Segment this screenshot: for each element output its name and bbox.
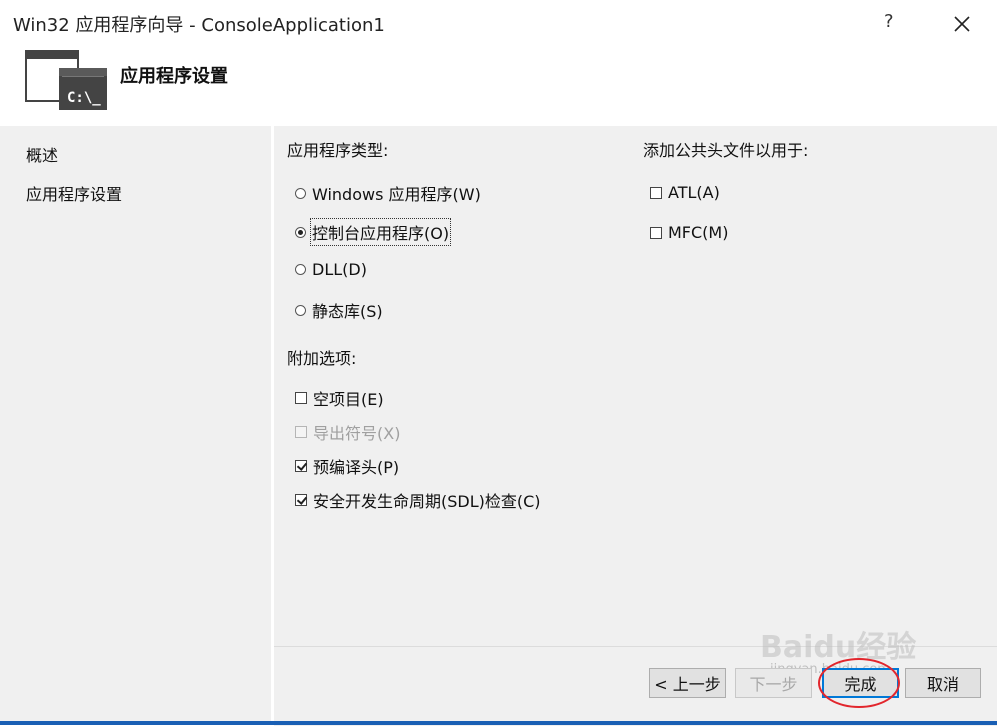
radio-windows-app[interactable]: Windows 应用程序(W): [295, 181, 481, 205]
radio-dll[interactable]: DLL(D): [295, 260, 367, 279]
cancel-button[interactable]: 取消: [905, 668, 981, 698]
settings-panel: 应用程序类型: Windows 应用程序(W) 控制台应用程序(O) DLL(D…: [274, 126, 997, 646]
checkbox-empty-project-box[interactable]: [295, 392, 307, 404]
close-icon[interactable]: [950, 12, 974, 36]
checkbox-export-symbols-box: [295, 426, 307, 438]
radio-console-app-indicator[interactable]: [295, 226, 306, 238]
checkbox-precompiled-header-label: 预编译头(P): [313, 458, 400, 477]
radio-windows-app-label: Windows 应用程序(W): [312, 185, 481, 204]
finish-button[interactable]: 完成: [822, 668, 899, 698]
radio-dll-label: DLL(D): [312, 260, 367, 279]
checkbox-mfc[interactable]: MFC(M): [650, 223, 728, 242]
console-window-icon: C:\_: [25, 50, 107, 110]
page-title: 应用程序设置: [120, 66, 228, 87]
checkbox-export-symbols: 导出符号(X): [295, 420, 400, 444]
prev-button[interactable]: < 上一步: [649, 668, 726, 698]
help-button[interactable]: ?: [884, 11, 894, 32]
radio-dll-indicator[interactable]: [295, 264, 306, 275]
radio-static-lib[interactable]: 静态库(S): [295, 298, 383, 322]
checkbox-mfc-box[interactable]: [650, 226, 662, 239]
radio-windows-app-indicator[interactable]: [295, 187, 306, 199]
checkbox-sdl-checks-label: 安全开发生命周期(SDL)检查(C): [313, 492, 541, 511]
checkbox-empty-project-label: 空项目(E): [313, 390, 384, 409]
taskbar-edge: [0, 721, 997, 725]
checkbox-atl-label: ATL(A): [668, 183, 720, 202]
extra-options-label: 附加选项:: [287, 349, 357, 368]
common-headers-label: 添加公共头文件以用于:: [643, 141, 809, 160]
window-title: Win32 应用程序向导 - ConsoleApplication1: [13, 15, 385, 36]
checkbox-precompiled-header[interactable]: 预编译头(P): [295, 454, 399, 478]
wizard-header: C:\_ 应用程序设置: [0, 48, 997, 126]
radio-static-lib-indicator[interactable]: [295, 304, 306, 316]
sidebar-item-overview[interactable]: 概述: [26, 142, 58, 166]
title-bar: Win32 应用程序向导 - ConsoleApplication1 ?: [0, 0, 997, 48]
console-icon-text: C:\_: [67, 90, 101, 106]
checkbox-sdl-checks-box[interactable]: [295, 494, 307, 506]
sidebar-item-app-settings[interactable]: 应用程序设置: [26, 181, 122, 205]
checkbox-atl-box[interactable]: [650, 186, 662, 199]
checkbox-atl[interactable]: ATL(A): [650, 183, 720, 202]
checkbox-precompiled-header-box[interactable]: [295, 460, 307, 472]
checkbox-empty-project[interactable]: 空项目(E): [295, 386, 384, 410]
radio-console-app-label: 控制台应用程序(O): [309, 218, 452, 246]
checkbox-export-symbols-label: 导出符号(X): [313, 424, 401, 443]
checkbox-mfc-label: MFC(M): [668, 223, 729, 242]
radio-static-lib-label: 静态库(S): [312, 302, 383, 321]
next-button: 下一步: [735, 668, 812, 698]
app-type-label: 应用程序类型:: [287, 141, 389, 160]
checkbox-sdl-checks[interactable]: 安全开发生命周期(SDL)检查(C): [295, 488, 541, 512]
radio-console-app[interactable]: 控制台应用程序(O): [295, 218, 452, 246]
sidebar: 概述 应用程序设置: [0, 126, 272, 725]
